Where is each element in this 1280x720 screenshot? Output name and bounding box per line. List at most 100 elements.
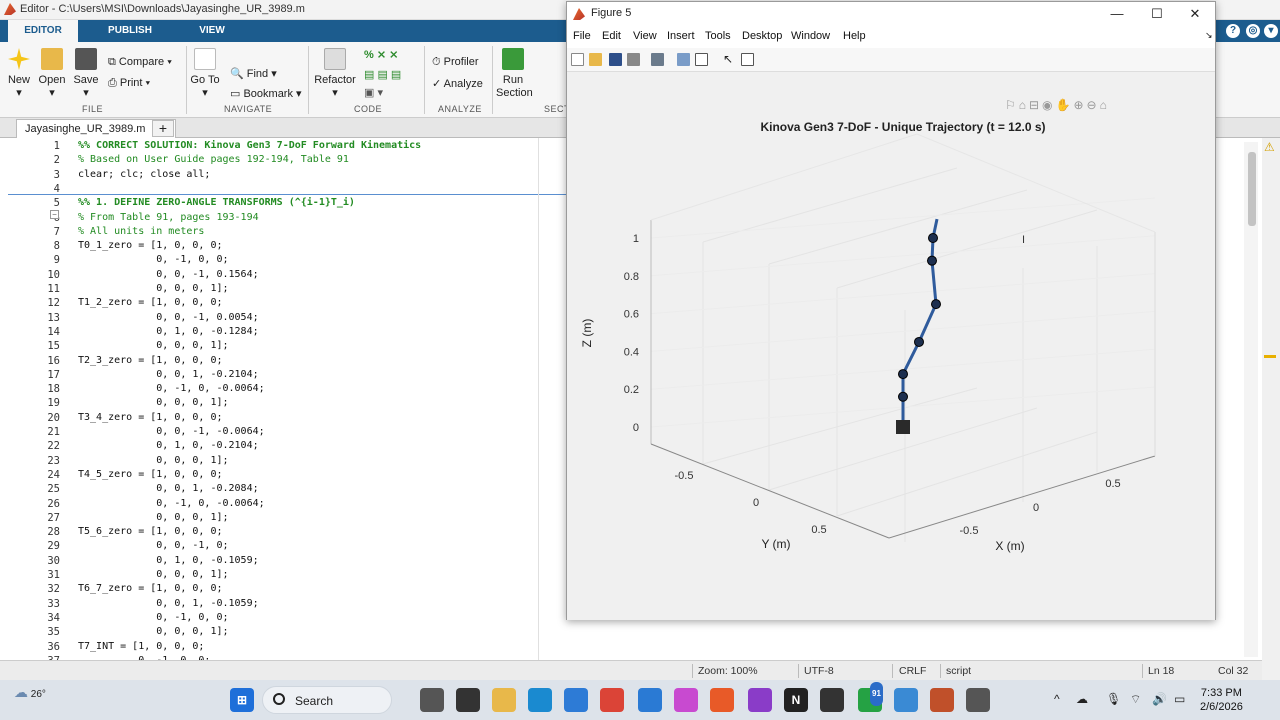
code-line[interactable]: T6_7_zero = [1, 0, 0, 0; xyxy=(78,583,223,594)
axes-toolbar[interactable]: ⚐⌂⊟◉✋⊕⊖⌂ xyxy=(1005,98,1110,112)
dock-icon[interactable]: ↘ xyxy=(1205,30,1213,41)
code-line[interactable]: T1_2_zero = [1, 0, 0, 0; xyxy=(78,297,223,308)
code-line[interactable]: 0, 1, 0, -0.1059; xyxy=(78,555,258,566)
print-icon[interactable] xyxy=(627,53,640,66)
menu-window[interactable]: Window xyxy=(791,30,830,42)
property-editor-icon[interactable] xyxy=(741,53,754,66)
legend-icon[interactable] xyxy=(695,53,708,66)
figure-window[interactable]: Figure 5 — ☐ ✕ File Edit View Insert Too… xyxy=(566,1,1216,620)
code-line[interactable]: % All units in meters xyxy=(78,226,204,237)
tab-editor[interactable]: EDITOR xyxy=(8,20,78,42)
refactor-button[interactable]: Refactor ▾ xyxy=(314,48,356,100)
compare-button[interactable]: ⧉ Compare ▾ xyxy=(108,56,172,69)
smart-indent-icon[interactable]: ▣ ▾ xyxy=(364,86,383,99)
menu-file[interactable]: File xyxy=(573,30,591,42)
code-line[interactable]: 0, 0, 0, 1]; xyxy=(78,512,228,523)
app-icon[interactable] xyxy=(748,688,772,712)
code-line[interactable]: 0, 0, 1, -0.2104; xyxy=(78,369,258,380)
code-line[interactable]: 0, 0, -1, 0; xyxy=(78,540,228,551)
menu-view[interactable]: View xyxy=(633,30,657,42)
tab-view[interactable]: VIEW xyxy=(180,20,244,42)
notion-icon[interactable]: N xyxy=(784,688,808,712)
code-line[interactable]: %% CORRECT SOLUTION: Kinova Gen3 7-DoF F… xyxy=(78,140,421,151)
code-line[interactable]: 0, 0, -1, 0.0054; xyxy=(78,312,258,323)
volume-icon[interactable]: 🔊 xyxy=(1152,692,1167,706)
clock[interactable]: 7:33 PM 2/6/2026 xyxy=(1200,686,1243,714)
code-line[interactable]: 0, 0, 0, 1]; xyxy=(78,340,228,351)
code-line[interactable]: 0, 0, 1, -0.2084; xyxy=(78,483,258,494)
scrollbar-thumb[interactable] xyxy=(1248,152,1256,226)
app-icon[interactable] xyxy=(420,688,444,712)
code-line[interactable]: T5_6_zero = [1, 0, 0, 0; xyxy=(78,526,223,537)
battery-icon[interactable]: ▭ xyxy=(1174,692,1185,706)
menu-insert[interactable]: Insert xyxy=(667,30,695,42)
edge-icon[interactable] xyxy=(528,688,552,712)
brave-icon[interactable] xyxy=(710,688,734,712)
colorbar-icon[interactable] xyxy=(677,53,690,66)
matlab-taskbar-icon[interactable] xyxy=(930,688,954,712)
code-line[interactable]: clear; clc; close all; xyxy=(78,169,210,180)
indent-icon[interactable]: ▤ ▤ ▤ xyxy=(364,68,401,81)
pointer-icon[interactable]: ↖ xyxy=(723,53,736,66)
maximize-button[interactable]: ☐ xyxy=(1137,4,1177,24)
fold-toggle-icon[interactable]: − xyxy=(50,210,59,219)
task-view-icon[interactable] xyxy=(456,688,480,712)
menu-tools[interactable]: Tools xyxy=(705,30,731,42)
warning-icon[interactable]: ⚠ xyxy=(1264,140,1276,154)
bookmark-button[interactable]: ▭ Bookmark ▾ xyxy=(230,87,302,100)
link-icon[interactable] xyxy=(651,53,664,66)
axes-area[interactable]: 0 0.2 0.4 0.6 0.8 1 -0.5 0 0.5 -0.5 0 0.5 Kinova Ge… xyxy=(567,72,1215,620)
code-line[interactable]: 0, -1, 0, 0; xyxy=(78,254,228,265)
help-icon[interactable]: ? xyxy=(1226,24,1240,38)
comment-icon[interactable]: % ⨯ ⨯ xyxy=(364,48,398,61)
code-line[interactable]: 0, 0, -1, -0.0064; xyxy=(78,426,264,437)
code-line[interactable]: 0, -1, 0, -0.0064; xyxy=(78,498,264,509)
new-tab-button[interactable]: + xyxy=(152,120,174,137)
code-line[interactable]: 0, 0, -1, 0.1564; xyxy=(78,269,258,280)
app-icon[interactable] xyxy=(894,688,918,712)
print-button[interactable]: ⎙ Print ▾ xyxy=(108,77,150,90)
tab-publish[interactable]: PUBLISH xyxy=(92,20,168,42)
menu-desktop[interactable]: Desktop xyxy=(742,30,782,42)
find-button[interactable]: 🔍 Find ▾ xyxy=(230,67,277,80)
code-line[interactable]: 0, 0, 0, 1]; xyxy=(78,455,228,466)
taskbar-search[interactable]: Search xyxy=(262,686,392,714)
code-line[interactable]: 0, 0, 0, 1]; xyxy=(78,626,228,637)
profiler-button[interactable]: ⏱ Profiler xyxy=(432,56,478,69)
app-icon[interactable] xyxy=(966,688,990,712)
mic-icon[interactable]: 🎙 xyxy=(1106,692,1121,706)
code-line[interactable]: 0, 0, 0, 1]; xyxy=(78,569,228,580)
terminal-icon[interactable] xyxy=(820,688,844,712)
open-button[interactable]: Open ▾ xyxy=(38,48,66,100)
code-line[interactable]: T2_3_zero = [1, 0, 0, 0; xyxy=(78,355,223,366)
run-section-button[interactable]: Run Section xyxy=(496,48,533,100)
expand-icon[interactable]: ▾ xyxy=(1264,24,1278,38)
code-line[interactable]: T0_1_zero = [1, 0, 0, 0; xyxy=(78,240,223,251)
code-line[interactable]: T4_5_zero = [1, 0, 0, 0; xyxy=(78,469,223,480)
code-line[interactable]: 0, -1, 0, -0.0064; xyxy=(78,383,264,394)
vscode-icon[interactable] xyxy=(638,688,662,712)
store-icon[interactable] xyxy=(564,688,588,712)
code-line[interactable]: 0, 0, 0, 1]; xyxy=(78,283,228,294)
menu-help[interactable]: Help xyxy=(843,30,866,42)
menu-edit[interactable]: Edit xyxy=(602,30,621,42)
windows-start-icon[interactable]: ⊞ xyxy=(230,688,254,712)
new-figure-icon[interactable] xyxy=(571,53,584,66)
save-icon[interactable] xyxy=(609,53,622,66)
weather-widget[interactable]: ☁ 26° xyxy=(14,684,46,701)
analyze-button[interactable]: ✓ Analyze xyxy=(432,77,483,90)
goto-button[interactable]: Go To ▾ xyxy=(190,48,220,100)
code-line[interactable]: 0, -1, 0, 0; xyxy=(78,612,228,623)
copilot-icon[interactable] xyxy=(674,688,698,712)
chrome-icon[interactable] xyxy=(600,688,624,712)
code-line[interactable]: 0, 0, 1, -0.1059; xyxy=(78,598,258,609)
code-line[interactable]: % From Table 91, pages 193-194 xyxy=(78,212,259,223)
community-icon[interactable]: ◎ xyxy=(1246,24,1260,38)
wifi-icon[interactable]: ⌔ xyxy=(1130,692,1141,707)
code-line[interactable]: 0, 1, 0, -0.2104; xyxy=(78,440,258,451)
breakpoint-strip[interactable] xyxy=(0,138,8,660)
close-button[interactable]: ✕ xyxy=(1175,4,1215,24)
whatsapp-icon[interactable]: 91 xyxy=(858,682,883,712)
open-icon[interactable] xyxy=(589,53,602,66)
file-explorer-icon[interactable] xyxy=(492,688,516,712)
